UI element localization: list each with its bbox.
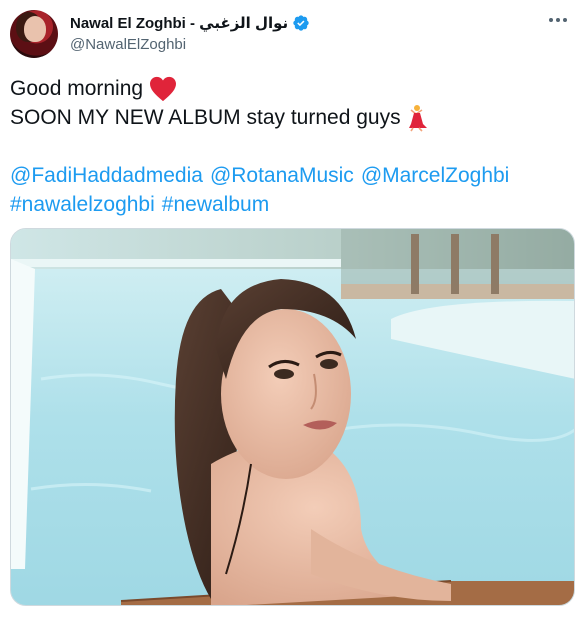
verified-badge-icon [293,15,309,31]
hashtag-newalbum[interactable]: #newalbum [162,190,269,219]
woman-dancing-icon [408,104,427,132]
red-heart-icon [150,76,177,101]
mention-marcelzoghbi[interactable]: @MarcelZoghbi [361,161,510,190]
mention-fadihaddadmedia[interactable]: @FadiHaddadmedia [10,161,203,190]
greeting-text: Good morning [10,77,144,100]
mentions-line: @FadiHaddadmedia @RotanaMusic @MarcelZog… [10,161,570,190]
mention-rotanamusic[interactable]: @RotanaMusic [210,161,354,190]
hashtag-nawalelzoghbi[interactable]: #nawalelzoghbi [10,190,155,219]
tweet-text: Good morning SOON MY NEW ALBUM stay turn… [10,74,570,219]
tweet-line-1: Good morning [10,74,570,103]
author-avatar[interactable] [10,10,58,58]
hashtags-line: #nawalelzoghbi #newalbum [10,190,570,219]
author-handle[interactable]: @NawalElZoghbi [70,36,186,53]
tweet-photo[interactable] [10,228,575,606]
author-display-name[interactable]: Nawal El Zoghbi - نوال الزغبي [70,14,288,32]
tweet-line-2: SOON MY NEW ALBUM stay turned guys [10,103,570,132]
more-options-icon[interactable] [544,10,572,30]
tweet: Nawal El Zoghbi - نوال الزغبي @NawalElZo… [0,0,584,620]
pool-photo [11,229,574,605]
author-name-row: Nawal El Zoghbi - نوال الزغبي [70,13,310,33]
album-announcement-text: SOON MY NEW ALBUM stay turned guys [10,106,401,129]
